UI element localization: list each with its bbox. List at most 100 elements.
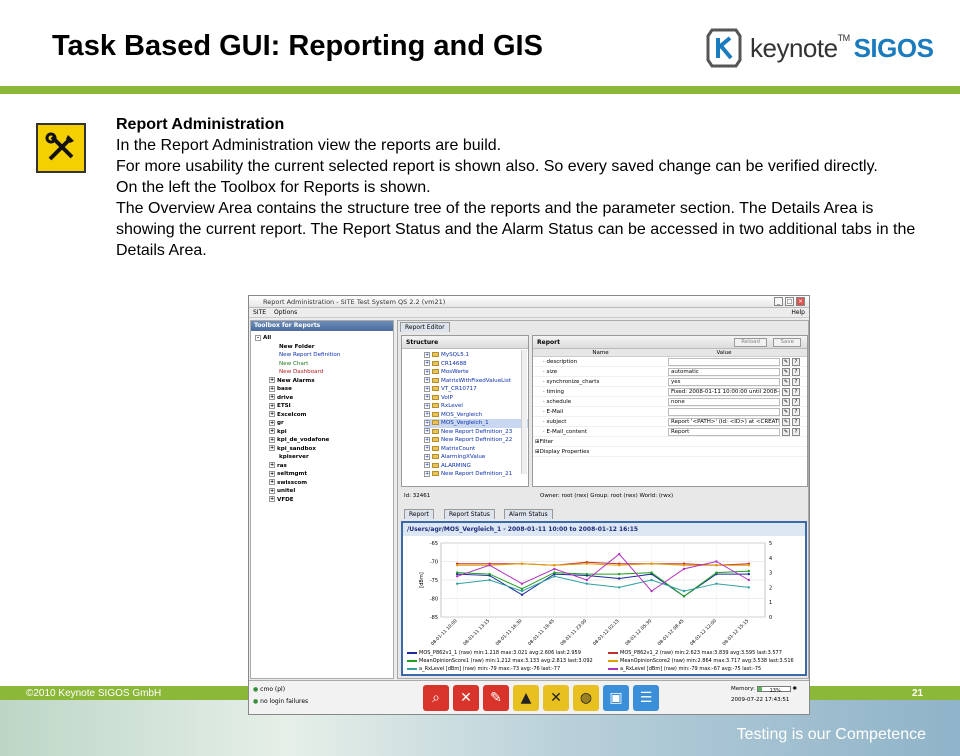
expand-toggle[interactable]: + xyxy=(269,462,275,468)
expand-toggle[interactable]: + xyxy=(269,445,275,451)
gc-icon[interactable]: ✱ xyxy=(792,686,797,692)
search-icon[interactable]: ⌕ xyxy=(423,685,449,711)
expand-toggle[interactable]: + xyxy=(424,402,430,409)
menu-site[interactable]: SITE xyxy=(253,309,266,316)
tree-item[interactable]: + ETSI xyxy=(251,402,393,411)
expand-toggle[interactable]: + xyxy=(269,411,275,417)
expand-toggle[interactable]: + xyxy=(424,436,430,443)
structure-item[interactable]: + AlarmingXValue xyxy=(424,453,528,462)
expand-toggle[interactable]: + xyxy=(269,436,275,443)
tools-icon[interactable]: ✕ xyxy=(543,685,569,711)
filter-node[interactable]: ⊞ Filter xyxy=(533,437,807,447)
param-value-field[interactable]: none xyxy=(668,398,780,406)
menu-options[interactable]: Options xyxy=(274,309,297,316)
expand-toggle[interactable]: + xyxy=(424,453,430,460)
structure-item[interactable]: + MySQL5.1 xyxy=(424,351,528,360)
help-icon[interactable]: ? xyxy=(792,368,800,376)
tree-item[interactable]: + kpi xyxy=(251,428,393,437)
param-value-field[interactable]: yes xyxy=(668,378,780,386)
tools-icon[interactable]: ✕ xyxy=(453,685,479,711)
display-properties-node[interactable]: ⊞ Display Properties xyxy=(533,447,807,457)
edit-icon[interactable]: ✎ xyxy=(782,408,790,416)
expand-toggle[interactable]: + xyxy=(424,411,430,417)
expand-toggle[interactable]: + xyxy=(424,368,430,375)
help-icon[interactable]: ? xyxy=(792,418,800,426)
tree-item[interactable]: New Chart xyxy=(251,360,393,369)
edit-icon[interactable]: ✎ xyxy=(782,358,790,366)
param-value-field[interactable] xyxy=(668,408,780,416)
help-icon[interactable]: ? xyxy=(792,388,800,396)
expand-toggle[interactable]: + xyxy=(269,377,275,383)
tree-item[interactable]: New Report Definition xyxy=(251,351,393,360)
param-value-field[interactable]: Fixed: 2008-01-11 10:00:00 until 2008-01… xyxy=(668,388,780,396)
structure-item[interactable]: + ALARMING xyxy=(424,462,528,471)
tree-item[interactable]: New Folder xyxy=(251,343,393,352)
param-value-field[interactable]: automatic xyxy=(668,368,780,376)
expand-toggle[interactable]: + xyxy=(424,419,430,426)
help-icon[interactable]: ? xyxy=(792,358,800,366)
expand-toggle[interactable]: + xyxy=(424,377,430,383)
close-icon[interactable]: × xyxy=(796,297,805,306)
edit-icon[interactable]: ✎ xyxy=(782,418,790,426)
expand-toggle[interactable]: + xyxy=(269,487,275,494)
tree-item[interactable]: + kpi_de_vodafone xyxy=(251,436,393,445)
save-button[interactable]: Save xyxy=(773,338,801,347)
structure-item[interactable]: + MosWerte xyxy=(424,368,528,377)
structure-item[interactable]: + CR14688 xyxy=(424,360,528,369)
tree-item[interactable]: + VFDE xyxy=(251,496,393,505)
structure-item[interactable]: + RxLevel xyxy=(424,402,528,411)
param-value-field[interactable]: Report '<PATH>' (Id: <ID>) at <CREATION> xyxy=(668,418,780,426)
expand-toggle[interactable]: + xyxy=(424,385,430,392)
edit-icon[interactable]: ✎ xyxy=(782,368,790,376)
edit-icon[interactable]: ✎ xyxy=(782,398,790,406)
help-icon[interactable]: ? xyxy=(792,378,800,386)
tree-item[interactable]: + base xyxy=(251,385,393,394)
tab-report-editor[interactable]: Report Editor xyxy=(400,322,450,332)
minimize-icon[interactable]: _ xyxy=(774,297,783,306)
tree-item[interactable]: + unitel xyxy=(251,487,393,496)
tab-report[interactable]: Report xyxy=(404,509,434,519)
tree-item[interactable]: + drive xyxy=(251,394,393,403)
expand-toggle[interactable]: + xyxy=(424,462,430,468)
expand-toggle[interactable]: + xyxy=(424,351,430,358)
expand-toggle[interactable]: + xyxy=(269,385,275,392)
structure-item[interactable]: + MOS_Vergleich_1 xyxy=(424,419,528,428)
structure-item[interactable]: + MOS_Vergleich xyxy=(424,411,528,420)
expand-toggle[interactable]: + xyxy=(424,360,430,366)
expand-toggle[interactable]: + xyxy=(424,428,430,434)
expand-toggle[interactable]: + xyxy=(269,470,275,477)
structure-item[interactable]: + New Report Definition_22 xyxy=(424,436,528,445)
tree-item[interactable]: New Dashboard xyxy=(251,368,393,377)
tab-alarm-status[interactable]: Alarm Status xyxy=(504,509,553,519)
expand-toggle[interactable]: + xyxy=(424,394,430,400)
tree-item[interactable]: + Excelcom xyxy=(251,411,393,420)
tree-item[interactable]: + kpi_sandbox xyxy=(251,445,393,454)
pencil-icon[interactable]: ✎ xyxy=(483,685,509,711)
structure-item[interactable]: + New Report Definition_23 xyxy=(424,428,528,437)
help-icon[interactable]: ? xyxy=(792,408,800,416)
expand-toggle[interactable]: + xyxy=(424,445,430,451)
expand-toggle[interactable]: + xyxy=(269,402,275,409)
tree-item[interactable]: + seltmgmt xyxy=(251,470,393,479)
expand-toggle[interactable]: + xyxy=(269,419,275,426)
edit-icon[interactable]: ✎ xyxy=(782,378,790,386)
chart-icon[interactable]: ▲ xyxy=(513,685,539,711)
expand-toggle[interactable]: + xyxy=(424,470,430,477)
structure-scrollbar[interactable] xyxy=(521,350,527,474)
reload-button[interactable]: Reload xyxy=(734,338,767,347)
expand-toggle[interactable]: + xyxy=(269,394,275,400)
globe-icon[interactable]: ◍ xyxy=(573,685,599,711)
param-value-field[interactable] xyxy=(668,358,780,366)
edit-icon[interactable]: ✎ xyxy=(782,428,790,436)
structure-item[interactable]: + MatrixCount xyxy=(424,445,528,454)
expand-toggle[interactable]: + xyxy=(269,479,275,485)
edit-icon[interactable]: ✎ xyxy=(782,388,790,396)
tree-item[interactable]: + New Alarms xyxy=(251,377,393,386)
monitor-icon[interactable]: ▣ xyxy=(603,685,629,711)
structure-item[interactable]: + VoIP xyxy=(424,394,528,403)
menu-help[interactable]: Help xyxy=(791,309,805,316)
expand-toggle[interactable]: + xyxy=(269,496,275,502)
structure-item[interactable]: + MatrixWithFixedValueList xyxy=(424,377,528,386)
tree-item[interactable]: - All xyxy=(251,334,393,343)
expand-toggle[interactable]: - xyxy=(255,334,261,341)
